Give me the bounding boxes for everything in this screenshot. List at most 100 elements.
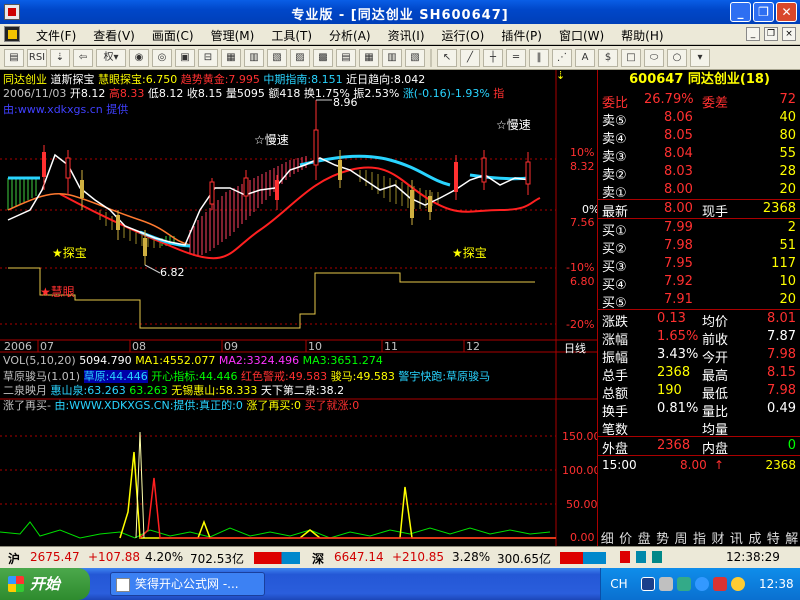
alert-icon[interactable] xyxy=(620,551,630,563)
input-language[interactable]: CH xyxy=(607,577,631,593)
chart-f3-icon[interactable]: ▧ xyxy=(267,48,287,67)
sell-row-4[interactable]: 卖④ 8.05 80 xyxy=(602,128,796,147)
buy-price: 7.92 xyxy=(664,274,693,289)
chart-f9-icon[interactable]: ▧ xyxy=(405,48,425,67)
zhangle-b: 涨了再买:0 xyxy=(246,399,302,412)
menu-plugins[interactable]: 插件(P) xyxy=(501,27,542,44)
rect-icon[interactable]: □ xyxy=(621,48,641,67)
tray-app-icon[interactable] xyxy=(677,577,691,591)
tab-zhi[interactable]: 指 xyxy=(690,528,708,547)
messenger-icon[interactable] xyxy=(695,577,709,591)
start-button[interactable]: 开始 xyxy=(0,568,90,600)
sell-qty: 28 xyxy=(779,164,796,179)
minus-box-icon[interactable]: ⊟ xyxy=(198,48,218,67)
mdi-minimize-button[interactable]: _ xyxy=(746,27,760,41)
clock[interactable]: 12:38 xyxy=(759,577,794,591)
latest-price: 8.00 xyxy=(664,201,693,216)
menu-tools[interactable]: 工具(T) xyxy=(271,27,312,44)
sell-row-2[interactable]: 卖② 8.03 28 xyxy=(602,164,796,183)
menu-info[interactable]: 资讯(I) xyxy=(388,27,425,44)
rsi-icon[interactable]: RSI xyxy=(27,48,47,67)
minimize-button[interactable]: _ xyxy=(730,2,751,22)
axis-price3: 6.80 xyxy=(570,275,595,288)
sell-qty: 80 xyxy=(779,128,796,143)
tab-cheng[interactable]: 成 xyxy=(746,528,764,547)
buy-row-4[interactable]: 买④ 7.92 10 xyxy=(602,274,796,293)
menu-file[interactable]: 文件(F) xyxy=(36,27,76,44)
fan-icon[interactable]: ⋰ xyxy=(552,48,572,67)
taskbar-item[interactable]: 笑得开心公式网 -... xyxy=(110,572,265,596)
magnet-icon[interactable]: ◉ xyxy=(129,48,149,67)
tab-shi[interactable]: 势 xyxy=(653,528,671,547)
sell-row-1[interactable]: 卖① 8.00 20 xyxy=(602,182,796,201)
close-button[interactable]: ✕ xyxy=(776,2,797,22)
security-icon[interactable] xyxy=(713,577,727,591)
cursor-icon[interactable]: ↖ xyxy=(437,48,457,67)
sell-price: 8.06 xyxy=(664,110,693,125)
tab-xun[interactable]: 讯 xyxy=(727,528,745,547)
tab-xi[interactable]: 细 xyxy=(598,528,616,547)
cycle-icon[interactable]: ◎ xyxy=(152,48,172,67)
sub-chart[interactable] xyxy=(0,412,556,546)
buy-row-5[interactable]: 买⑤ 7.91 20 xyxy=(602,292,796,311)
menu-manage[interactable]: 管理(M) xyxy=(211,27,255,44)
panel-tabs: 细 价 盘 势 周 指 财 讯 成 特 解 xyxy=(598,528,800,547)
line-tool-icon[interactable]: ╱ xyxy=(460,48,480,67)
restore-button[interactable]: ❐ xyxy=(753,2,774,22)
menu-screen[interactable]: 画面(C) xyxy=(152,27,194,44)
chart-f4-icon[interactable]: ▨ xyxy=(290,48,310,67)
menu-window[interactable]: 窗口(W) xyxy=(559,27,604,44)
menu-run[interactable]: 运行(O) xyxy=(442,27,485,44)
tab-cai[interactable]: 财 xyxy=(709,528,727,547)
menu-analysis[interactable]: 分析(A) xyxy=(329,27,371,44)
chart-f8-icon[interactable]: ▥ xyxy=(382,48,402,67)
info-icon[interactable] xyxy=(636,551,646,563)
mdi-restore-button[interactable]: ❐ xyxy=(764,27,778,41)
network-icon[interactable] xyxy=(659,577,673,591)
sell-row-5[interactable]: 卖⑤ 8.06 40 xyxy=(602,110,796,129)
xianshou-value: 2368 xyxy=(762,201,796,216)
back-arrow-icon[interactable]: ⇦ xyxy=(73,48,93,67)
buy-row-2[interactable]: 买② 7.98 51 xyxy=(602,238,796,257)
cross-tool-icon[interactable]: ┼ xyxy=(483,48,503,67)
tab-te[interactable]: 特 xyxy=(764,528,782,547)
quan-select[interactable]: 权▾ xyxy=(96,48,126,67)
mdi-close-button[interactable]: × xyxy=(782,27,796,41)
menu-view[interactable]: 查看(V) xyxy=(93,27,135,44)
text-icon[interactable]: A xyxy=(575,48,595,67)
stat-row-5: 总额 190 最低 7.98 xyxy=(602,383,796,402)
erquan-c: 无锡惠山:58.333 xyxy=(171,384,258,397)
menu-help[interactable]: 帮助(H) xyxy=(621,27,663,44)
hline-icon[interactable]: ═ xyxy=(506,48,526,67)
sell-row-3[interactable]: 卖③ 8.04 55 xyxy=(602,146,796,165)
chart-area[interactable]: 同达创业 道斯探宝 慧眼探宝:6.750 趋势黄金:7.995 中期指南:8.1… xyxy=(0,70,601,546)
link-icon[interactable] xyxy=(652,551,662,563)
chart-f1-icon[interactable]: ▦ xyxy=(221,48,241,67)
tab-jie[interactable]: 解 xyxy=(783,528,800,547)
tab-jia[interactable]: 价 xyxy=(616,528,634,547)
chart-f5-icon[interactable]: ▩ xyxy=(313,48,333,67)
system-tray: CH 12:38 xyxy=(600,568,800,600)
sz-percent: 3.28% xyxy=(452,550,491,564)
stat-value: 7.87 xyxy=(767,329,796,344)
buy-row-1[interactable]: 买① 7.99 2 xyxy=(602,220,796,239)
folder-icon[interactable]: ▤ xyxy=(4,48,24,67)
camera-icon[interactable]: ▣ xyxy=(175,48,195,67)
circle-icon[interactable]: ○ xyxy=(667,48,687,67)
buy-row-3[interactable]: 买③ 7.95 117 xyxy=(602,256,796,275)
sz-label: 深 xyxy=(312,552,325,566)
tray-yellow-icon[interactable] xyxy=(731,577,745,591)
dollar-icon[interactable]: $ xyxy=(598,48,618,67)
tab-pan[interactable]: 盘 xyxy=(635,528,653,547)
grid-icon[interactable]: ‖ xyxy=(529,48,549,67)
keyboard-icon[interactable] xyxy=(641,577,655,591)
ellipse-icon[interactable]: ⬭ xyxy=(644,48,664,67)
chart-f7-icon[interactable]: ▦ xyxy=(359,48,379,67)
menu-arrow-icon[interactable]: ▾ xyxy=(690,48,710,67)
top-price-label: 8.96 xyxy=(333,96,358,109)
chart-f6-icon[interactable]: ▤ xyxy=(336,48,356,67)
period-label[interactable]: 日线 xyxy=(564,340,586,356)
down-arrow-icon[interactable]: ⇣ xyxy=(50,48,70,67)
tab-zhou[interactable]: 周 xyxy=(672,528,690,547)
chart-f2-icon[interactable]: ▥ xyxy=(244,48,264,67)
